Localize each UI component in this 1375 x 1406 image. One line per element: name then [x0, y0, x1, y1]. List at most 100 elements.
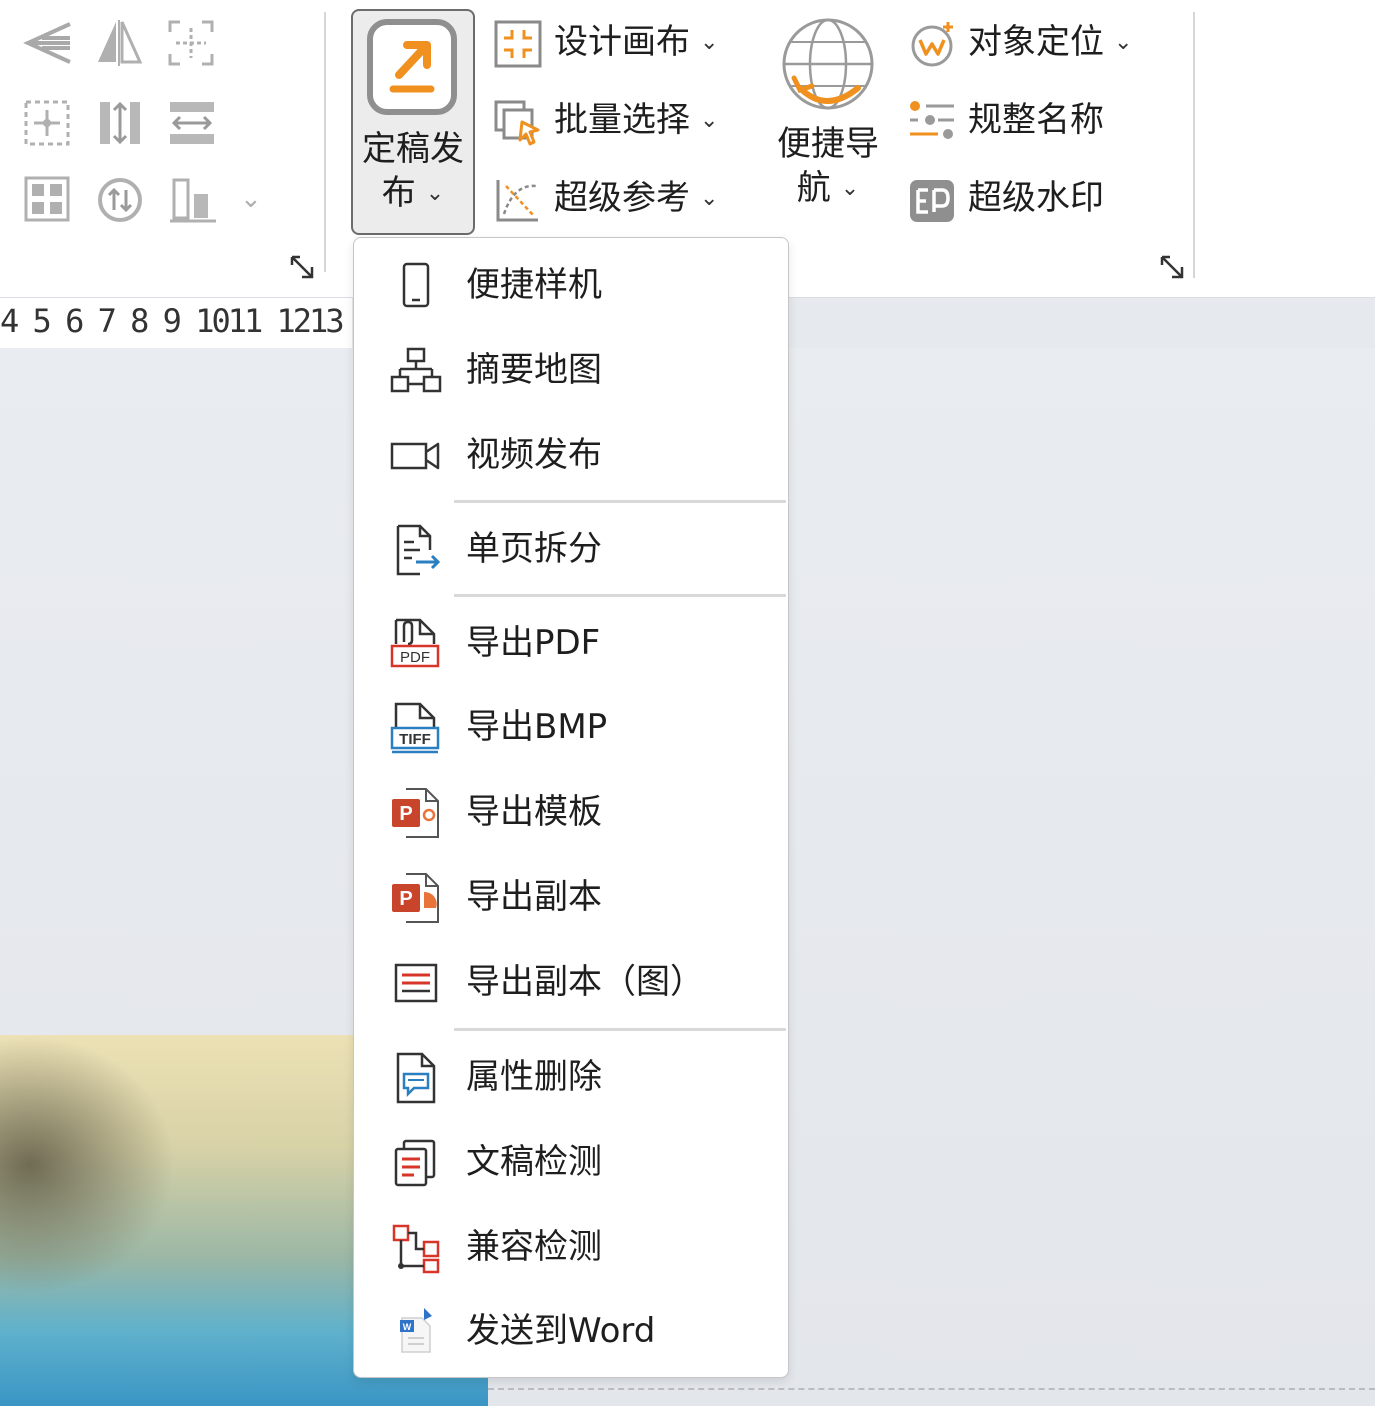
- publish-dropdown-menu: 便捷样机 摘要地图 视频发布 单页拆分 PDF 导出PDF TIFF 导出BMP…: [353, 237, 789, 1378]
- menu-item-export-bmp[interactable]: TIFF 导出BMP: [354, 688, 788, 768]
- design-canvas-button[interactable]: 设计画布 ⌄: [494, 14, 754, 74]
- quick-nav-label-line2-wrap: 航 ⌄: [766, 166, 890, 211]
- normalize-names-label: 规整名称: [968, 100, 1104, 140]
- menu-item-export-template[interactable]: P 导出模板: [354, 773, 788, 853]
- menu-item-label: 视频发布: [466, 435, 602, 475]
- menu-item-export-copy-image[interactable]: 导出副本（图）: [354, 943, 788, 1023]
- svg-text:W: W: [403, 1322, 412, 1332]
- menu-item-export-copy[interactable]: P 导出副本: [354, 858, 788, 938]
- publish-label-line2: 布: [381, 173, 416, 213]
- menu-item-label: 兼容检测: [466, 1227, 602, 1267]
- object-locate-label: 对象定位: [968, 22, 1104, 62]
- menu-item-label: 导出副本（图）: [466, 962, 704, 1002]
- group-divider: [324, 12, 326, 272]
- publish-label-line1: 定稿发: [362, 129, 464, 169]
- menu-item-label: 便捷样机: [466, 265, 602, 305]
- equal-height-tool[interactable]: [96, 98, 144, 148]
- globe-arrow-icon: [782, 18, 874, 110]
- pdf-file-icon: PDF: [390, 618, 440, 668]
- rotate-tool[interactable]: [96, 176, 144, 224]
- finalize-publish-button[interactable]: 定稿发 布 ⌄: [351, 9, 475, 235]
- batch-select-button[interactable]: 批量选择 ⌄: [494, 92, 754, 152]
- quick-nav-label-line2: 航: [796, 168, 831, 208]
- menu-item-label: 摘要地图: [466, 350, 602, 390]
- equal-width-tool[interactable]: [168, 98, 216, 148]
- svg-text:P: P: [399, 803, 412, 825]
- mirror-tool[interactable]: [94, 18, 144, 68]
- menu-item-label: 发送到Word: [466, 1311, 656, 1351]
- rotate-swap-icon: [98, 178, 142, 222]
- menu-item-compatibility-check[interactable]: 兼容检测: [354, 1208, 788, 1288]
- menu-item-label: 导出副本: [466, 877, 602, 917]
- chevron-down-icon: ⌄: [700, 108, 719, 133]
- expand-frame-icon: [168, 20, 214, 66]
- menu-item-label: 导出模板: [466, 792, 602, 832]
- svg-text:P: P: [399, 888, 412, 910]
- menu-item-label: 单页拆分: [466, 529, 602, 569]
- quick-nav-button[interactable]: 便捷导 航 ⌄: [766, 14, 890, 224]
- ppt-template-icon: P: [392, 788, 439, 838]
- distribute-tool[interactable]: [22, 98, 72, 148]
- publish-icon: [367, 19, 457, 115]
- reference-curve-icon: [496, 180, 538, 222]
- send-backward-icon: [23, 22, 71, 64]
- phone-icon: [402, 262, 430, 308]
- grid-icon: [24, 176, 70, 222]
- org-chart-icon: [390, 347, 442, 393]
- menu-item-label: 导出PDF: [466, 623, 601, 663]
- chevron-down-icon: ⌄: [700, 30, 719, 55]
- batch-select-icon: [494, 100, 540, 146]
- grid-layout-tool[interactable]: [24, 176, 70, 222]
- target-locate-icon: [911, 22, 953, 67]
- horizontal-ruler[interactable]: 4 5 6 7 8 9 1011 1213: [0, 298, 352, 348]
- svg-text:PDF: PDF: [400, 649, 430, 666]
- normalize-names-button[interactable]: 规整名称: [908, 92, 1168, 152]
- page-split-icon: [396, 524, 441, 576]
- design-canvas-label-wrap: 设计画布 ⌄: [554, 20, 718, 65]
- resize-tool[interactable]: [166, 18, 216, 68]
- align-left-tool[interactable]: [22, 18, 74, 68]
- align-bottom-tool[interactable]: [170, 176, 216, 224]
- group-launcher-icon[interactable]: [1160, 255, 1186, 281]
- super-reference-button[interactable]: 超级参考 ⌄: [494, 170, 754, 230]
- object-locate-button[interactable]: 对象定位 ⌄: [908, 14, 1168, 74]
- menu-separator: [454, 594, 786, 597]
- align-bottom-icon: [170, 178, 216, 223]
- watermark-stamp-icon: [910, 180, 954, 222]
- equal-width-icon: [170, 102, 214, 144]
- chevron-down-icon: ⌄: [1114, 30, 1133, 55]
- super-watermark-label: 超级水印: [968, 178, 1104, 218]
- menu-item-property-delete[interactable]: 属性删除: [354, 1038, 788, 1118]
- chevron-down-icon: ⌄: [840, 176, 860, 201]
- chevron-down-icon: ⌄: [425, 181, 445, 206]
- design-canvas-label: 设计画布: [554, 22, 690, 62]
- menu-item-send-to-word[interactable]: W 发送到Word: [354, 1292, 788, 1372]
- publish-label-line2-wrap: 布 ⌄: [357, 171, 469, 216]
- object-locate-label-wrap: 对象定位 ⌄: [968, 20, 1132, 65]
- quick-nav-label-line1: 便捷导: [777, 124, 879, 164]
- menu-item-label: 文稿检测: [466, 1142, 602, 1182]
- menu-item-quick-mockup[interactable]: 便捷样机: [354, 246, 788, 326]
- svg-text:TIFF: TIFF: [399, 731, 431, 748]
- menu-separator: [454, 500, 786, 503]
- menu-item-document-check[interactable]: 文稿检测: [354, 1123, 788, 1203]
- group-divider: [1193, 12, 1195, 278]
- menu-item-summary-map[interactable]: 摘要地图: [354, 331, 788, 411]
- menu-item-export-pdf[interactable]: PDF 导出PDF: [354, 604, 788, 684]
- tiff-file-icon: TIFF: [390, 702, 440, 754]
- menu-item-label: 属性删除: [466, 1057, 602, 1097]
- compatibility-check-icon: [392, 1224, 440, 1274]
- super-reference-label-wrap: 超级参考 ⌄: [554, 176, 718, 221]
- menu-item-page-split[interactable]: 单页拆分: [354, 510, 788, 590]
- video-camera-icon: [390, 442, 440, 470]
- align-dropdown-chevron[interactable]: ⌄: [240, 184, 262, 214]
- super-watermark-button[interactable]: 超级水印: [908, 170, 1168, 230]
- ppt-copy-icon: P: [392, 873, 439, 923]
- equal-height-icon: [100, 101, 140, 145]
- menu-item-video-publish[interactable]: 视频发布: [354, 416, 788, 496]
- sliders-list-icon: [910, 101, 954, 139]
- group-launcher-icon[interactable]: [290, 255, 316, 281]
- distribute-center-icon: [24, 100, 70, 146]
- image-copy-icon: [394, 963, 438, 1003]
- canvas-frame-icon: [494, 20, 542, 68]
